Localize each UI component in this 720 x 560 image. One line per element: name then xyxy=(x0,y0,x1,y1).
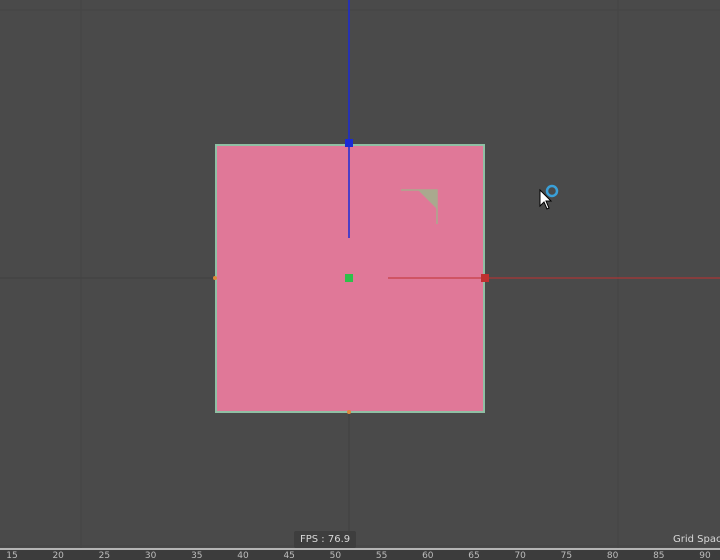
timeline-tick-label: 70 xyxy=(514,551,526,560)
busy-ring-icon xyxy=(545,184,559,198)
timeline-tick-label: 20 xyxy=(52,551,64,560)
y-axis-handle[interactable] xyxy=(345,139,353,147)
timeline-tick-label: 25 xyxy=(98,551,111,560)
timeline-tick-label: 80 xyxy=(606,551,619,560)
timeline-tick-label: 85 xyxy=(653,551,665,560)
timeline-tick-label: 60 xyxy=(422,551,434,560)
grid-spacing-label: Grid Spac xyxy=(673,534,720,545)
timeline-tick-label: 90 xyxy=(699,551,711,560)
timeline-tick-label: 55 xyxy=(375,551,388,560)
timeline-tick-label: 15 xyxy=(6,551,18,560)
pivot-center-handle[interactable] xyxy=(345,274,353,282)
timeline-tick-label: 50 xyxy=(329,551,342,560)
timeline-tick-label: 65 xyxy=(468,551,480,560)
timeline-tick-label: 75 xyxy=(560,551,573,560)
timeline-tick-label: 40 xyxy=(237,551,249,560)
editor-viewport[interactable]: FPS : 76.9 Grid Spac xyxy=(0,0,720,548)
x-axis-handle[interactable] xyxy=(481,274,489,282)
fps-counter: FPS : 76.9 xyxy=(294,531,357,548)
timeline-tick-label: 45 xyxy=(283,551,295,560)
bottom-edge-point[interactable] xyxy=(347,410,351,414)
timeline-tick-label: 35 xyxy=(191,551,203,560)
left-edge-point[interactable] xyxy=(213,276,217,280)
viewport-canvas[interactable] xyxy=(0,0,720,548)
timeline-ruler[interactable]: 15 20 25 30 35 40 45 50 55 60 65 70 75 80 85 90 xyxy=(0,548,720,560)
timeline-tick-label: 30 xyxy=(144,551,157,560)
mouse-pointer-icon xyxy=(539,188,553,210)
